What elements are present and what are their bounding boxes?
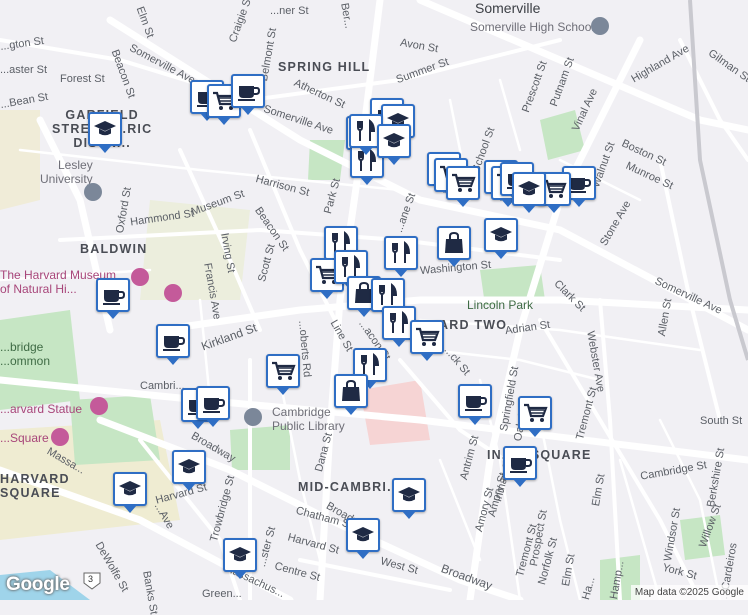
map-marker[interactable] [518,396,552,437]
map-marker[interactable] [231,74,265,115]
restaurant-icon [357,118,376,141]
cafe-icon [510,458,533,473]
map-marker[interactable] [384,236,418,277]
shop-icon [445,231,463,253]
route-shield-label: 3 [88,574,94,584]
poi-cambridge-public-library[interactable]: Cambridge Public Library [272,405,345,433]
map-marker[interactable] [334,374,368,415]
cafe-icon [203,398,226,413]
street-label: South St [700,415,743,427]
map-attribution[interactable]: Map data ©2025 Google [630,585,748,600]
school-icon [383,133,405,148]
area-baldwin: BALDWIN [80,242,148,256]
school-icon [229,547,251,562]
school-icon [398,487,420,502]
area-spring-hill: SPRING HILL [278,60,371,74]
city-label: Somerville [475,0,541,16]
library-icon [244,408,262,426]
school-icon [178,459,200,474]
street-label: ...aster St [0,64,48,76]
map-marker[interactable] [196,386,230,427]
restaurant-icon [379,282,398,305]
area-cambridge-common: ...bridge ...ommon [0,340,51,368]
map-marker[interactable] [223,538,257,579]
street-label: Cambri... [140,380,185,392]
area-harvard-square: HARVARD SQUARE [0,472,70,500]
school-icon [94,121,116,136]
school-icon [591,17,609,35]
map-marker[interactable] [156,324,190,365]
school-icon [490,227,512,242]
restaurant-icon [392,240,411,263]
map-marker[interactable] [437,226,471,267]
map-marker[interactable] [377,124,411,165]
school-icon [352,527,374,542]
poi-harvard-statue[interactable]: ...arvard Statue [0,402,82,416]
google-logo[interactable]: Google [6,574,70,596]
poi-square[interactable]: ...Square [0,431,49,445]
map-marker[interactable] [96,278,130,319]
cafe-icon [163,336,186,351]
poi-lincoln-park[interactable]: Lincoln Park [467,298,533,312]
map-marker[interactable] [512,172,546,213]
grocery-icon [416,327,440,346]
grocery-icon [524,403,548,422]
map-marker[interactable] [266,354,300,395]
cafe-icon [103,290,126,305]
map-marker[interactable] [172,450,206,491]
grocery-icon [452,173,476,192]
poi-lesley-university[interactable]: Lesley University [40,158,93,186]
cafe-icon [238,86,261,101]
shop-icon [342,379,360,401]
map-marker[interactable] [446,166,480,207]
map-marker[interactable] [88,112,122,153]
map-marker[interactable] [113,472,147,513]
restaurant-icon [390,310,409,333]
street-label: Green... [202,588,242,600]
school-icon [84,183,102,201]
street-label: Forest St [60,73,105,85]
area-mid-cambridge: MID-CAMBRI... [298,480,402,494]
museum-icon [131,268,149,286]
statue-icon [90,397,108,415]
map-marker[interactable] [503,446,537,487]
cafe-icon [465,396,488,411]
school-icon [518,181,540,196]
map-marker[interactable] [484,218,518,259]
poi-somerville-high-school[interactable]: Somerville High School [470,20,594,34]
map-marker[interactable] [458,384,492,425]
grocery-icon [272,361,296,380]
map-marker[interactable] [392,478,426,519]
camera-icon [51,428,69,446]
street-label: ...ner St [270,5,309,17]
map-marker[interactable] [346,518,380,559]
school-icon [119,481,141,496]
museum-icon [164,284,182,302]
map-marker[interactable] [410,320,444,361]
